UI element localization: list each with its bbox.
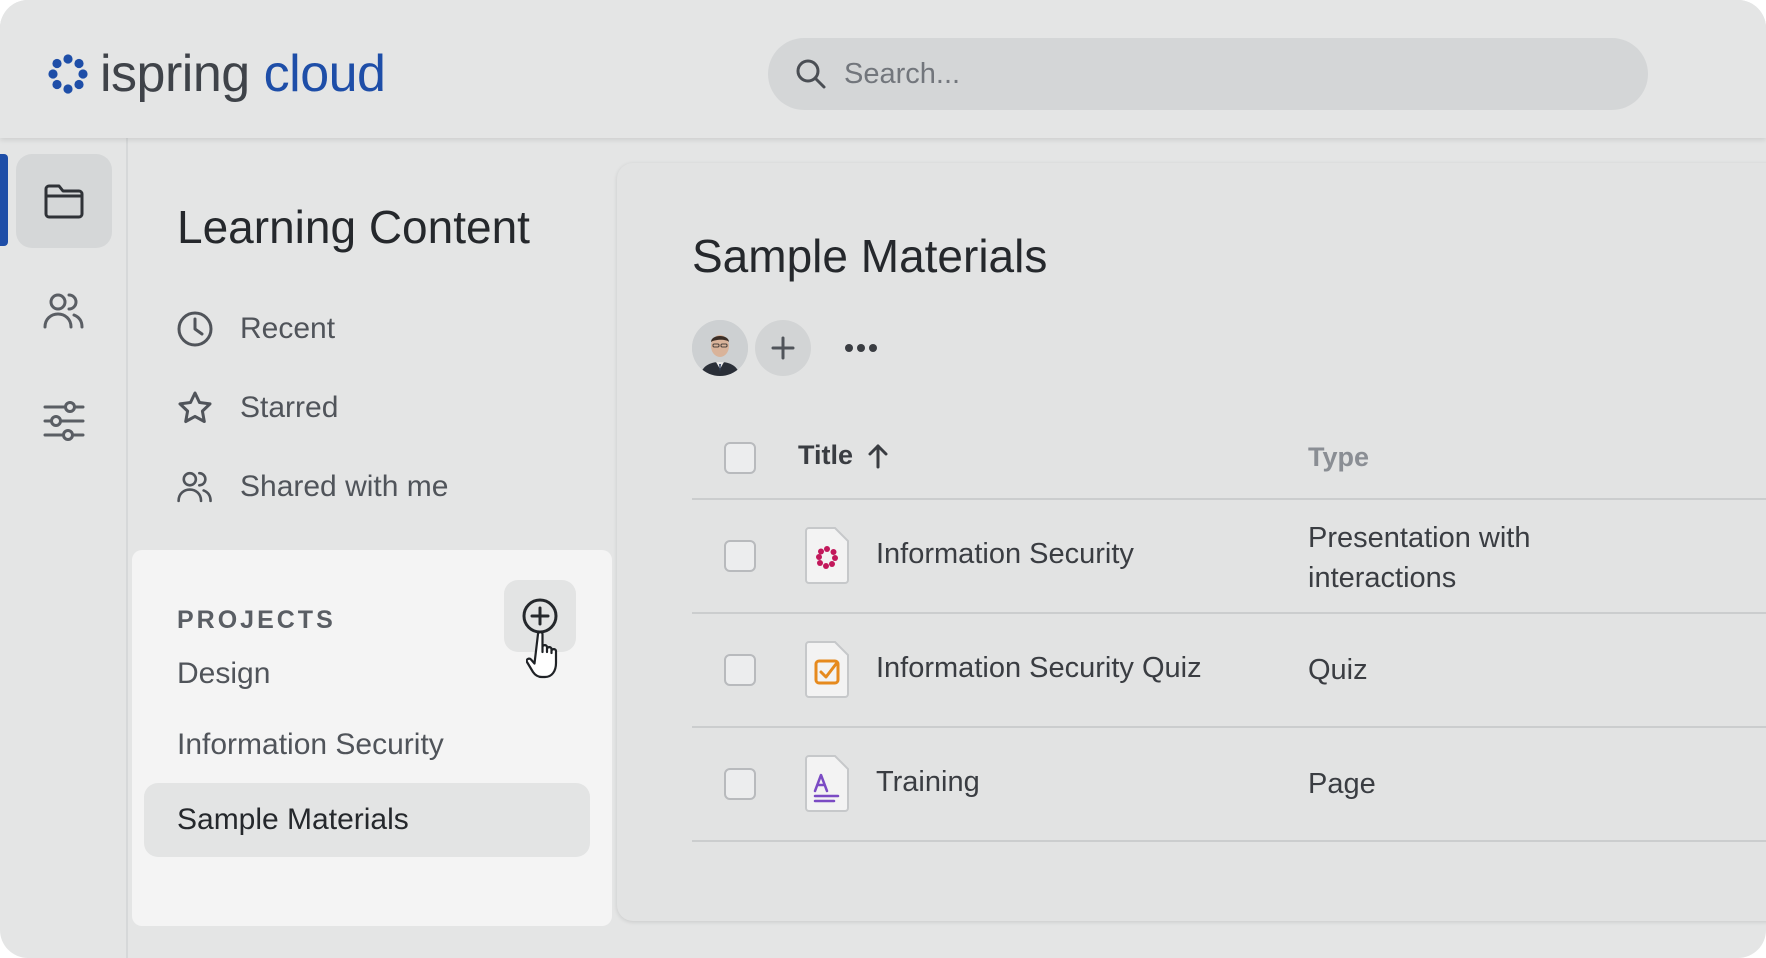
project-item-label: Design	[177, 657, 271, 690]
project-item-sample-materials[interactable]: Sample Materials	[144, 783, 590, 857]
search-bar[interactable]	[768, 38, 1648, 110]
rail-item-users[interactable]	[16, 264, 112, 358]
add-member-button[interactable]	[755, 320, 811, 376]
nav-item-recent[interactable]: Recent	[176, 301, 335, 357]
row-title: Information Security Quiz	[876, 652, 1202, 684]
project-item-information-security[interactable]: Information Security	[144, 708, 590, 782]
row-type: Presentation with interactions	[1308, 522, 1531, 594]
project-item-design[interactable]: Design	[144, 637, 590, 711]
nav-title: Learning Content	[177, 201, 530, 253]
rail-active-indicator	[0, 154, 8, 246]
row-title: Training	[876, 766, 980, 798]
search-icon	[796, 59, 826, 89]
project-item-label: Information Security	[177, 728, 444, 761]
projects-section: PROJECTS Design Information Security Sam…	[132, 550, 612, 926]
users-icon	[43, 293, 84, 329]
projects-heading: PROJECTS	[177, 606, 336, 634]
row-checkbox[interactable]	[724, 540, 756, 572]
left-rail	[0, 138, 128, 958]
main-content-card: Sample Materials Title Type Information …	[617, 163, 1766, 921]
content-table: Title Type Information Security Presenta…	[692, 416, 1766, 842]
content-nav-panel: Learning Content Recent Starred Shared w…	[130, 138, 612, 958]
nav-item-shared[interactable]: Shared with me	[176, 459, 448, 515]
clock-icon	[177, 311, 213, 347]
folder-icon	[44, 184, 84, 219]
table-row[interactable]: Training Page	[692, 728, 1766, 842]
logo-brand-part1: ispring	[100, 45, 250, 103]
search-input[interactable]	[844, 44, 1584, 104]
page-file-icon	[805, 755, 849, 812]
user-avatar-icon	[692, 320, 748, 376]
type-column-header[interactable]: Type	[1308, 442, 1369, 473]
rail-item-settings[interactable]	[16, 374, 112, 468]
select-all-checkbox[interactable]	[724, 442, 756, 474]
row-checkbox[interactable]	[724, 654, 756, 686]
page-title: Sample Materials	[692, 230, 1048, 282]
row-checkbox[interactable]	[724, 768, 756, 800]
nav-item-starred-label: Starred	[240, 391, 339, 424]
row-type: Page	[1308, 768, 1376, 800]
logo-text: ispring cloud	[100, 44, 386, 104]
project-item-label: Sample Materials	[177, 803, 409, 836]
quiz-file-icon	[805, 641, 849, 698]
rail-item-content[interactable]	[16, 154, 112, 248]
ispring-cloud-logo[interactable]: ispring cloud	[46, 44, 386, 104]
table-row[interactable]: Information Security Quiz Quiz	[692, 614, 1766, 728]
users-icon	[177, 471, 212, 503]
app-window: ispring cloud Search... Learning Content…	[0, 0, 1766, 958]
logo-brand-part2: cloud	[263, 45, 386, 103]
table-header: Title Type	[692, 416, 1766, 500]
plus-icon	[771, 336, 795, 360]
nav-item-shared-label: Shared with me	[240, 470, 449, 503]
row-title: Information Security	[876, 538, 1134, 570]
more-horizontal-icon	[845, 344, 877, 352]
nav-item-starred[interactable]: Starred	[176, 380, 338, 436]
top-header: ispring cloud	[0, 0, 1766, 138]
title-column-header[interactable]: Title	[798, 440, 889, 471]
more-options-button[interactable]	[841, 328, 881, 368]
title-column-label: Title	[798, 440, 854, 470]
row-type: Quiz	[1308, 654, 1368, 686]
avatar[interactable]	[692, 320, 748, 376]
star-icon	[178, 391, 212, 423]
presentation-file-icon	[805, 527, 849, 584]
table-row[interactable]: Information Security Presentation with i…	[692, 500, 1766, 614]
arrow-up-icon	[868, 444, 888, 468]
sliders-icon	[43, 401, 85, 441]
ispring-logo-icon	[48, 54, 88, 94]
nav-item-recent-label: Recent	[240, 312, 336, 345]
